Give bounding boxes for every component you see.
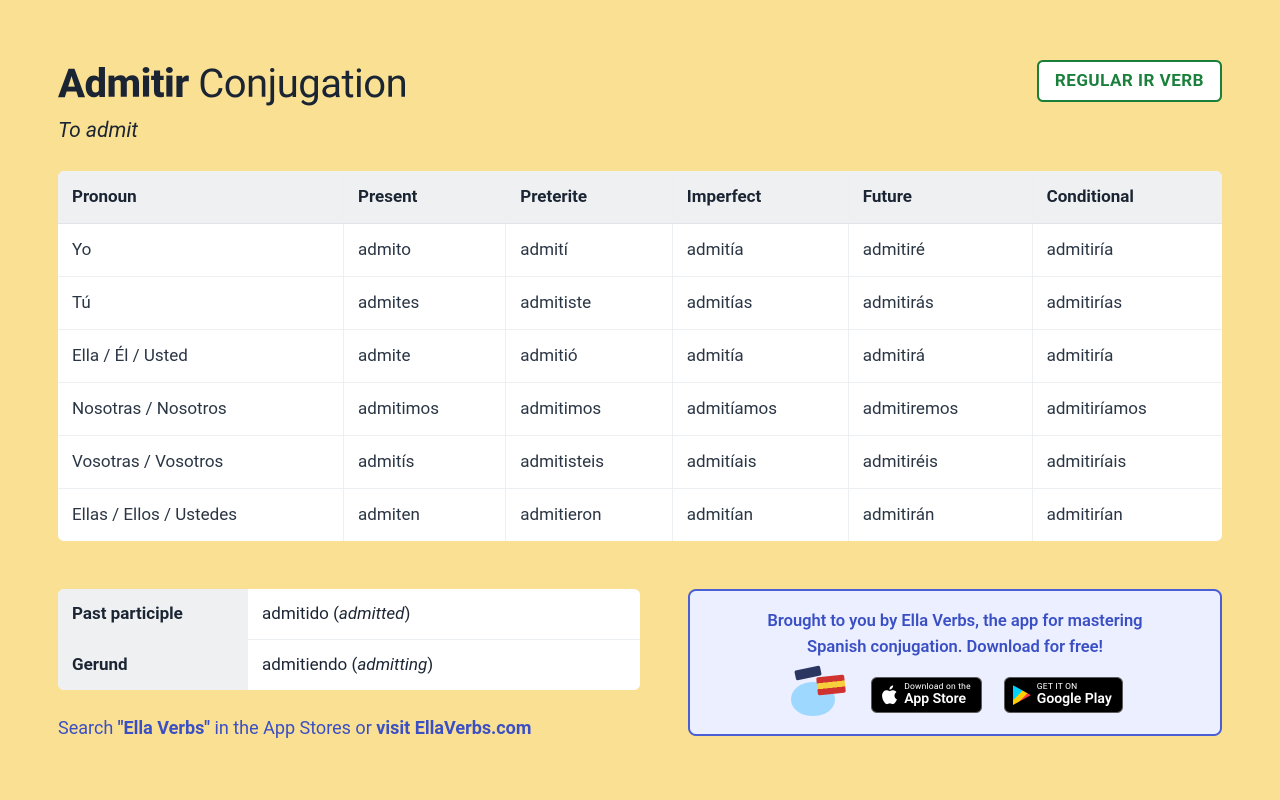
table-cell: admitían: [672, 489, 848, 542]
gerund-value: admitiendo (admitting): [248, 640, 640, 691]
column-header: Preterite: [506, 171, 673, 224]
table-cell: admitiré: [848, 224, 1032, 277]
table-row: Gerund admitiendo (admitting): [58, 640, 640, 691]
table-cell: admitiríamos: [1032, 383, 1222, 436]
google-play-button[interactable]: GET IT ON Google Play: [1004, 677, 1123, 713]
verb-name: Admitir: [58, 60, 189, 107]
table-row: Past participle admitido (admitted): [58, 589, 640, 640]
promo-line-1: Brought to you by Ella Verbs, the app fo…: [767, 612, 1142, 631]
table-cell: admitirían: [1032, 489, 1222, 542]
page-title: Admitir Conjugation: [58, 60, 407, 107]
verb-type-badge: REGULAR IR VERB: [1037, 60, 1222, 102]
column-header: Future: [848, 171, 1032, 224]
table-cell: Vosotras / Vosotros: [58, 436, 344, 489]
past-participle-label: Past participle: [58, 589, 248, 640]
table-cell: Ella / Él / Usted: [58, 330, 344, 383]
table-cell: admitíais: [672, 436, 848, 489]
table-cell: admitía: [672, 330, 848, 383]
table-cell: admitiréis: [848, 436, 1032, 489]
table-cell: admitirás: [848, 277, 1032, 330]
table-cell: admitís: [344, 436, 506, 489]
table-row: Yoadmitoadmitíadmitíaadmitiréadmitiría: [58, 224, 1222, 277]
table-cell: Yo: [58, 224, 344, 277]
table-cell: admito: [344, 224, 506, 277]
table-cell: admitió: [506, 330, 673, 383]
gerund-label: Gerund: [58, 640, 248, 691]
table-cell: admitiría: [1032, 330, 1222, 383]
table-cell: admitiría: [1032, 224, 1222, 277]
mascot-icon: [787, 674, 849, 716]
table-cell: admitiste: [506, 277, 673, 330]
table-row: Túadmitesadmitisteadmitíasadmitirásadmit…: [58, 277, 1222, 330]
verb-forms-table: Past participle admitido (admitted) Geru…: [58, 589, 640, 690]
table-row: Vosotras / Vosotrosadmitísadmitisteisadm…: [58, 436, 1222, 489]
past-participle-value: admitido (admitted): [248, 589, 640, 640]
title-suffix: Conjugation: [198, 60, 407, 107]
promo-box: Brought to you by Ella Verbs, the app fo…: [688, 589, 1222, 736]
table-row: Nosotras / Nosotrosadmitimosadmitimosadm…: [58, 383, 1222, 436]
table-cell: Ellas / Ellos / Ustedes: [58, 489, 344, 542]
table-cell: Tú: [58, 277, 344, 330]
apple-icon: [880, 685, 898, 705]
table-cell: admitimos: [344, 383, 506, 436]
promo-line-2: Spanish conjugation. Download for free!: [807, 638, 1103, 657]
website-link[interactable]: visit EllaVerbs.com: [376, 718, 531, 739]
table-cell: admitirá: [848, 330, 1032, 383]
table-cell: admitisteis: [506, 436, 673, 489]
table-row: Ella / Él / Ustedadmiteadmitióadmitíaadm…: [58, 330, 1222, 383]
conjugation-table: PronounPresentPreteriteImperfectFutureCo…: [58, 171, 1222, 541]
column-header: Conditional: [1032, 171, 1222, 224]
table-cell: admitías: [672, 277, 848, 330]
table-cell: admiten: [344, 489, 506, 542]
table-cell: admitía: [672, 224, 848, 277]
table-cell: admití: [506, 224, 673, 277]
column-header: Imperfect: [672, 171, 848, 224]
table-cell: admitimos: [506, 383, 673, 436]
table-cell: admitirías: [1032, 277, 1222, 330]
table-cell: admitíamos: [672, 383, 848, 436]
table-cell: admitieron: [506, 489, 673, 542]
column-header: Pronoun: [58, 171, 344, 224]
column-header: Present: [344, 171, 506, 224]
app-store-button[interactable]: Download on the App Store: [871, 677, 982, 713]
table-cell: admitiremos: [848, 383, 1032, 436]
table-cell: Nosotras / Nosotros: [58, 383, 344, 436]
table-cell: admites: [344, 277, 506, 330]
table-cell: admitiríais: [1032, 436, 1222, 489]
table-cell: admitirán: [848, 489, 1032, 542]
table-cell: admite: [344, 330, 506, 383]
search-hint: Search "Ella Verbs" in the App Stores or…: [58, 718, 640, 739]
verb-translation: To admit: [58, 119, 407, 143]
google-play-icon: [1013, 685, 1031, 705]
table-row: Ellas / Ellos / Ustedesadmitenadmitieron…: [58, 489, 1222, 542]
